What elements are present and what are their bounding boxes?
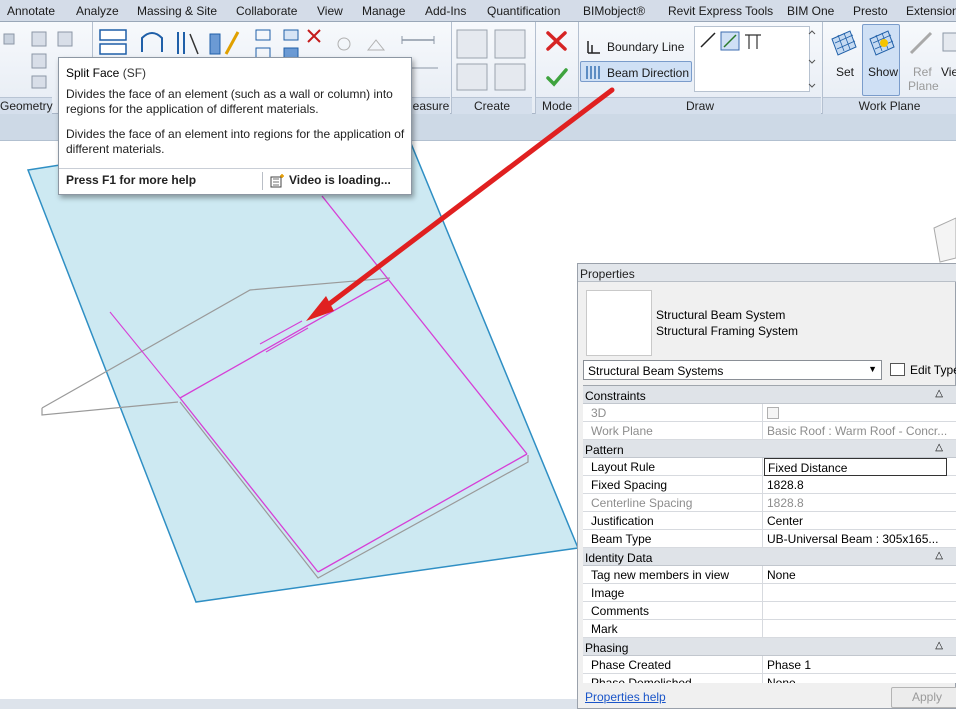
edit-type-button[interactable]: Edit Type [888, 360, 956, 380]
tooltip-divider-vertical [262, 172, 263, 190]
beam-type-field[interactable]: UB-Universal Beam : 305x165... [764, 530, 947, 548]
collapse-icon[interactable]: △ [935, 388, 943, 399]
fixed-spacing-field[interactable]: 1828.8 [764, 476, 947, 494]
tooltip-shortcut: (SF) [122, 66, 147, 80]
tooltip-description-2: Divides the face of an element into regi… [66, 127, 405, 156]
type-selector-dropdown[interactable]: Structural Beam Systems ▼ [583, 360, 882, 380]
property-row-fixed-spacing[interactable]: Fixed Spacing 1828.8 [583, 476, 956, 494]
edit-type-label: Edit Type [910, 363, 956, 377]
property-row-mark[interactable]: Mark [583, 620, 956, 638]
property-row-phase-created[interactable]: Phase Created Phase 1 [583, 656, 956, 674]
checkbox-icon [767, 407, 779, 419]
properties-palette: Properties Structural Beam System Struct… [577, 263, 956, 709]
property-label: Mark [583, 620, 763, 638]
tooltip-title-text: Split Face [66, 66, 120, 80]
phase-created-field[interactable]: Phase 1 [764, 656, 947, 674]
group-pattern-label: Pattern [585, 443, 624, 457]
tooltip-description-1: Divides the face of an element (such as … [66, 87, 393, 116]
image-field[interactable] [764, 584, 947, 602]
type-name: Structural Framing System [656, 324, 799, 338]
group-identity-data[interactable]: Identity Data △ [583, 548, 956, 566]
tooltip-help-text: Press F1 for more help [66, 173, 197, 187]
view-cube-icon[interactable] [933, 217, 956, 263]
group-constraints[interactable]: Constraints △ [583, 386, 956, 404]
split-face-tooltip: Split Face (SF) Divides the face of an e… [58, 57, 412, 195]
property-row-comments[interactable]: Comments [583, 602, 956, 620]
layout-rule-field[interactable]: Fixed Distance [764, 458, 947, 476]
properties-help-link[interactable]: Properties help [585, 690, 666, 704]
comments-field[interactable] [764, 602, 947, 620]
property-label: Centerline Spacing [583, 494, 763, 512]
property-label: Comments [583, 602, 763, 620]
group-phasing-label: Phasing [585, 641, 629, 655]
property-label: Image [583, 584, 763, 602]
apply-button[interactable]: Apply [891, 687, 956, 708]
justification-field[interactable]: Center [764, 512, 947, 530]
revit-window: Annotate Analyze Massing & Site Collabor… [0, 0, 956, 709]
tooltip-video-text: Video is loading... [289, 173, 391, 187]
property-row-3d: 3D [583, 404, 956, 422]
tag-new-field[interactable]: None [764, 566, 947, 584]
group-pattern[interactable]: Pattern △ [583, 440, 956, 458]
property-row-centerline-spacing: Centerline Spacing 1828.8 [583, 494, 956, 512]
property-row-work-plane: Work Plane Basic Roof : Warm Roof - Conc… [583, 422, 956, 440]
collapse-icon[interactable]: △ [935, 550, 943, 561]
property-label: Beam Type [583, 530, 763, 548]
view-control-bar [0, 699, 577, 709]
group-identity-label: Identity Data [585, 551, 653, 565]
tooltip-title: Split Face (SF) [66, 66, 146, 80]
property-row-layout-rule[interactable]: Layout Rule Fixed Distance [583, 458, 956, 476]
type-preview-image [586, 290, 652, 356]
group-phasing[interactable]: Phasing △ [583, 638, 956, 656]
video-icon [270, 174, 284, 188]
property-value [764, 404, 947, 422]
properties-title: Properties [578, 264, 956, 282]
phase-demolished-field[interactable]: None [764, 674, 947, 683]
property-label: Layout Rule [583, 458, 763, 476]
tooltip-divider [59, 168, 411, 169]
collapse-icon[interactable]: △ [935, 442, 943, 453]
property-row-justification[interactable]: Justification Center [583, 512, 956, 530]
properties-grid: Constraints △ 3D Work Plane Basic Roof :… [583, 385, 956, 683]
type-selector-value: Structural Beam Systems [588, 364, 724, 378]
mark-field[interactable] [764, 620, 947, 638]
property-row-beam-type[interactable]: Beam Type UB-Universal Beam : 305x165... [583, 530, 956, 548]
property-label: Tag new members in view [583, 566, 763, 584]
property-label: Work Plane [583, 422, 763, 440]
group-constraints-label: Constraints [585, 389, 646, 403]
property-value: 1828.8 [767, 496, 804, 510]
property-label: Phase Created [583, 656, 763, 674]
property-label: 3D [583, 404, 763, 422]
type-family-name: Structural Beam System [656, 308, 786, 322]
property-label: Fixed Spacing [583, 476, 763, 494]
chevron-down-icon: ▼ [868, 364, 877, 374]
property-label: Justification [583, 512, 763, 530]
collapse-icon[interactable]: △ [935, 640, 943, 651]
edit-type-icon [890, 363, 905, 376]
property-row-image[interactable]: Image [583, 584, 956, 602]
property-row-tag-new[interactable]: Tag new members in view None [583, 566, 956, 584]
property-label: Phase Demolished [583, 674, 763, 683]
property-value: Basic Roof : Warm Roof - Concr... [767, 424, 947, 438]
property-row-phase-demolished[interactable]: Phase Demolished None [583, 674, 956, 683]
